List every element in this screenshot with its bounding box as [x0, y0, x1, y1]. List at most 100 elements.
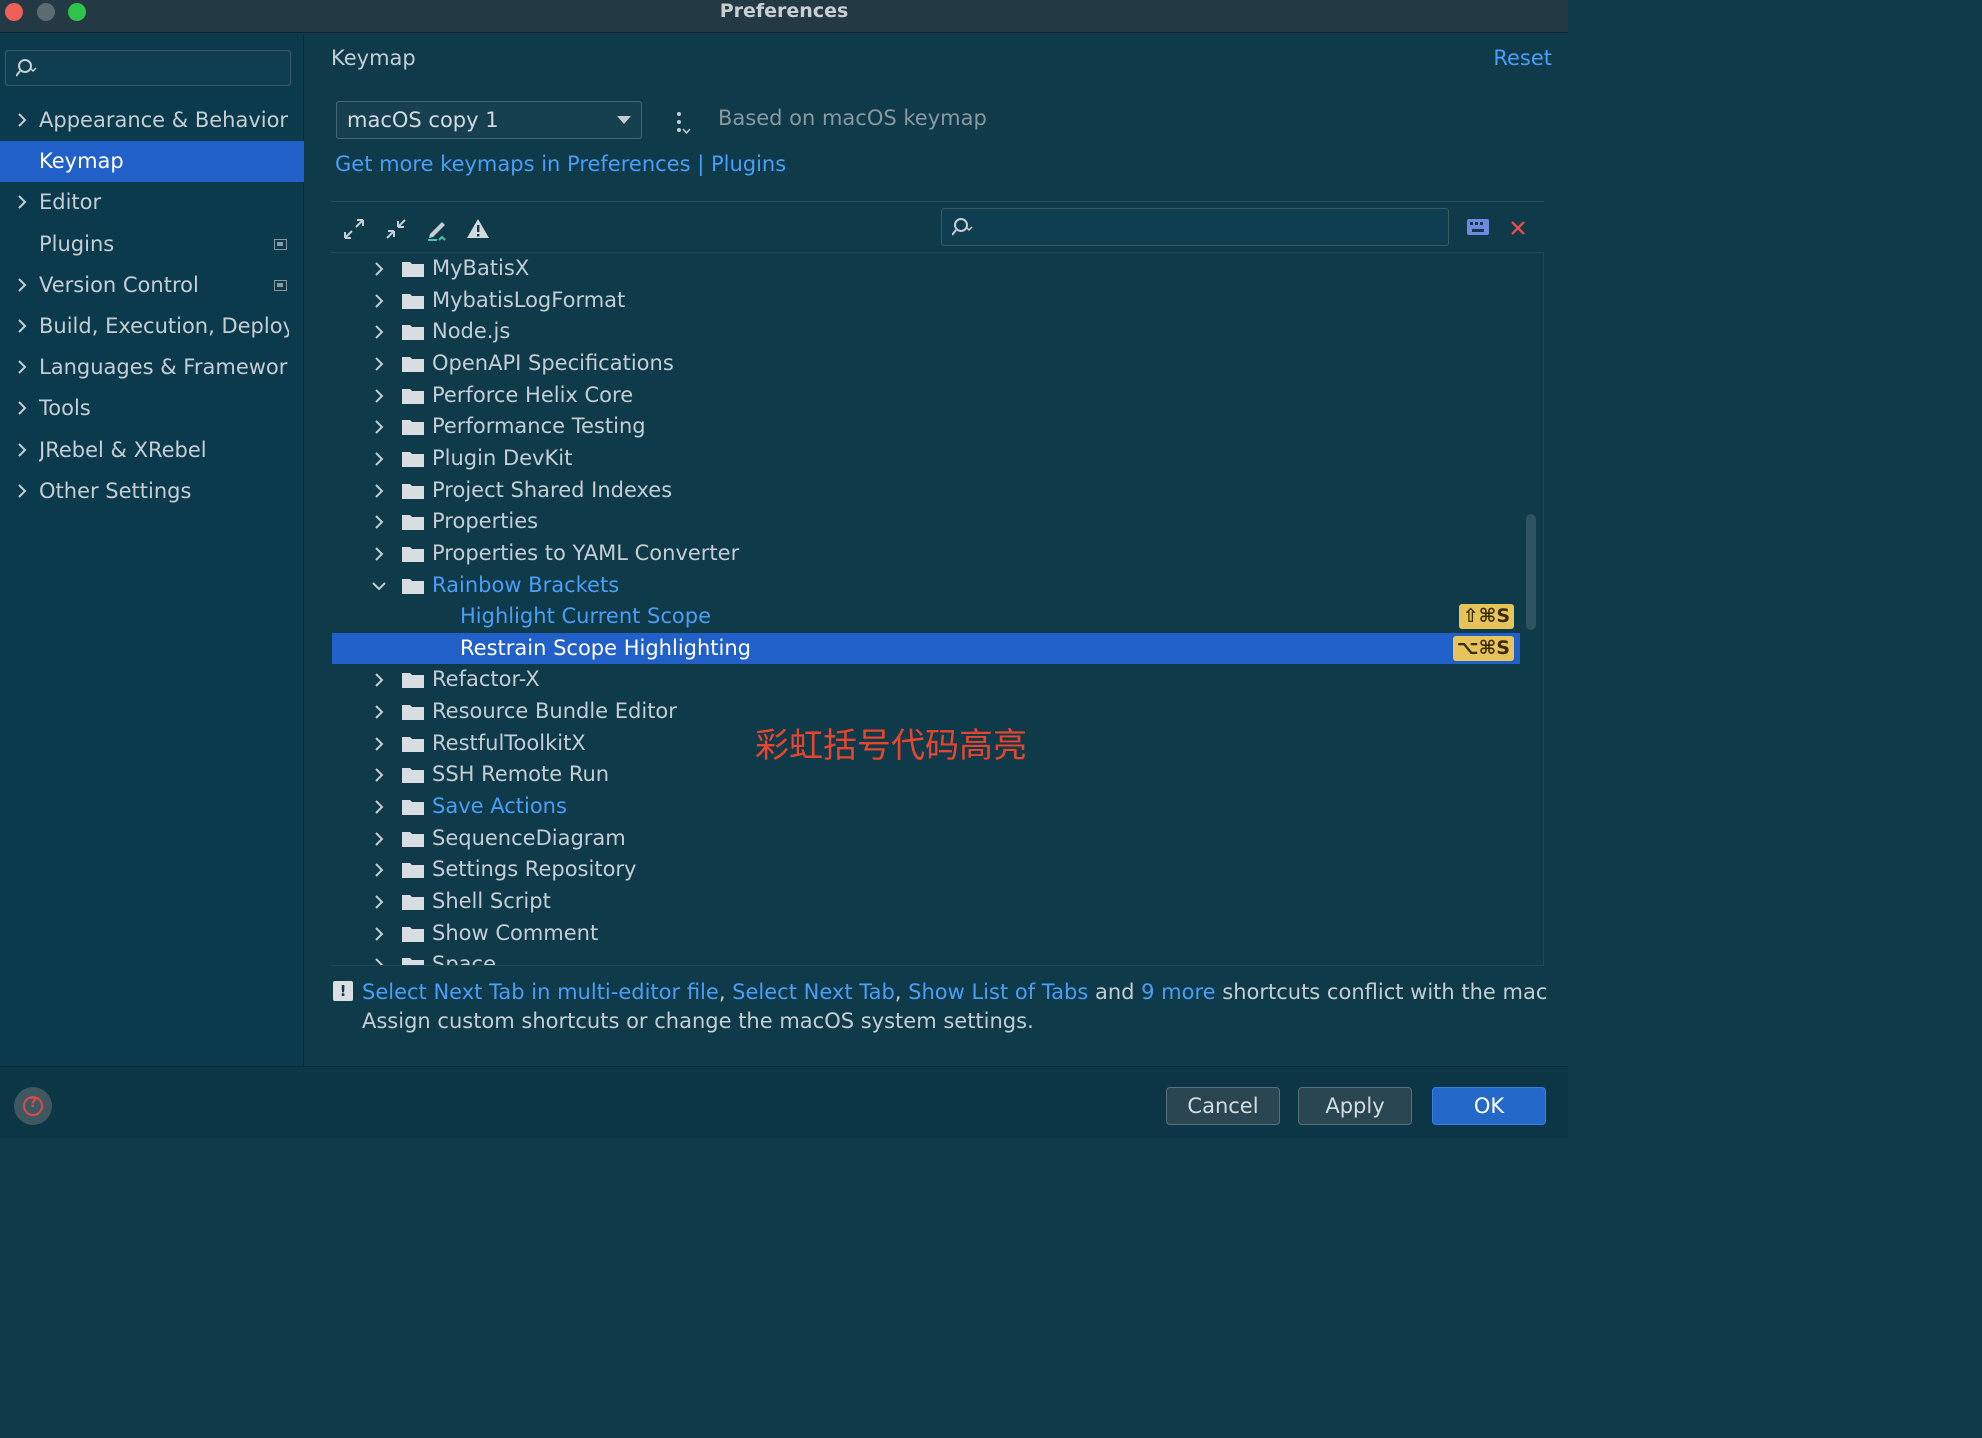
sidebar-item[interactable]: Editor	[0, 182, 304, 223]
tree-scrollbar[interactable]	[1526, 514, 1536, 630]
sidebar-item-label: Version Control	[39, 272, 199, 297]
sidebar-item[interactable]: Other Settings	[0, 471, 304, 512]
action-group-row[interactable]: Show Comment	[332, 918, 1520, 949]
chevron-right-icon	[18, 401, 27, 416]
notice-tail-text: shortcuts conflict with the macOS system…	[1222, 980, 1548, 1004]
get-more-keymaps-link[interactable]: Get more keymaps in Preferences | Plugin…	[335, 152, 786, 176]
keymap-select[interactable]: macOS copy 1	[336, 101, 642, 139]
folder-icon	[402, 356, 424, 372]
chevron-right-icon	[18, 319, 27, 333]
chevron-right-icon	[375, 420, 384, 434]
sidebar-item[interactable]: Languages & Frameworks	[0, 347, 304, 388]
sidebar-item-label: Tools	[39, 396, 91, 421]
sidebar-item[interactable]: Appearance & Behavior	[0, 100, 304, 141]
keymap-select-value: macOS copy 1	[347, 108, 499, 132]
help-icon[interactable]: ?	[14, 1087, 52, 1125]
sidebar-item[interactable]: Version Control	[0, 265, 304, 306]
action-group-row[interactable]: OpenAPI Specifications	[332, 348, 1520, 379]
warning-icon: !	[333, 981, 353, 1001]
folder-icon	[402, 546, 424, 562]
chevron-right-icon	[375, 958, 384, 965]
sidebar-item[interactable]: JRebel & XRebel	[0, 430, 304, 471]
warning-filter-icon[interactable]	[465, 216, 491, 242]
chevron-right-icon	[18, 442, 27, 457]
folder-icon	[402, 483, 424, 499]
chevron-right-icon	[375, 863, 384, 878]
title-bar: Preferences	[0, 0, 1568, 33]
chevron-right-icon	[375, 547, 384, 561]
row-label: Performance Testing	[432, 414, 646, 439]
chevron-down-icon	[372, 581, 386, 590]
conflict-link-2[interactable]: Select Next Tab	[732, 980, 895, 1004]
action-group-row[interactable]: Plugin DevKit	[332, 443, 1520, 474]
sidebar-item[interactable]: Tools	[0, 388, 304, 429]
row-label: Save Actions	[432, 794, 567, 819]
action-group-row[interactable]: Node.js	[332, 316, 1520, 347]
action-group-row[interactable]: Performance Testing	[332, 411, 1520, 442]
chevron-right-icon	[375, 737, 384, 751]
action-group-row[interactable]: Space	[332, 949, 1520, 965]
conflict-link-1[interactable]: Select Next Tab in multi-editor file	[362, 980, 719, 1004]
chevron-right-icon	[18, 113, 27, 127]
find-by-shortcut-icon[interactable]	[1467, 219, 1489, 235]
folder-icon	[402, 736, 424, 752]
folder-icon	[402, 515, 424, 531]
reset-link[interactable]: Reset	[1493, 46, 1552, 70]
more-options-icon[interactable]	[673, 110, 693, 136]
action-group-row[interactable]: Refactor-X	[332, 664, 1520, 695]
row-label: RestfulToolkitX	[432, 730, 586, 755]
row-label: SSH Remote Run	[432, 762, 610, 787]
action-group-row[interactable]: Shell Script	[332, 886, 1520, 917]
ok-button[interactable]: OK	[1432, 1087, 1546, 1125]
action-group-row[interactable]: Properties to YAML Converter	[332, 538, 1520, 569]
conflict-link-3[interactable]: Show List of Tabs	[908, 980, 1088, 1004]
sidebar-item[interactable]: Plugins	[0, 224, 304, 265]
folder-icon	[402, 800, 424, 816]
expand-all-icon[interactable]	[341, 216, 367, 242]
action-search-input[interactable]	[941, 208, 1449, 246]
folder-icon	[402, 388, 424, 404]
close-icon[interactable]	[1508, 218, 1528, 238]
chevron-right-icon	[375, 673, 384, 688]
action-group-row[interactable]: Save Actions	[332, 791, 1520, 822]
action-group-row[interactable]: Properties	[332, 506, 1520, 537]
notice-line-1: Select Next Tab in multi-editor file, Se…	[362, 978, 1548, 1007]
action-group-row[interactable]: Rainbow Brackets	[332, 570, 1520, 601]
action-group-row[interactable]: MybatisLogFormat	[332, 285, 1520, 316]
apply-button[interactable]: Apply	[1298, 1087, 1412, 1125]
row-label: Resource Bundle Editor	[432, 699, 677, 724]
action-row[interactable]: Highlight Current Scope ⇧⌘S	[332, 601, 1520, 632]
chevron-right-icon	[18, 278, 27, 292]
collapse-all-icon[interactable]	[383, 216, 409, 242]
based-on-label: Based on macOS keymap	[718, 106, 987, 130]
chevron-down-icon	[617, 116, 631, 124]
folder-icon	[402, 325, 424, 341]
sidebar-item-label: Editor	[39, 190, 102, 215]
sidebar-item[interactable]: Build, Execution, Deployment	[0, 306, 304, 347]
chevron-right-icon	[18, 484, 27, 498]
folder-icon	[402, 958, 424, 965]
chevron-right-icon	[18, 195, 27, 210]
action-group-row[interactable]: Perforce Helix Core	[332, 380, 1520, 411]
sidebar-item[interactable]: Keymap	[0, 141, 304, 183]
cancel-button[interactable]: Cancel	[1166, 1087, 1280, 1125]
row-label: OpenAPI Specifications	[432, 350, 674, 375]
notice-line-2: Assign custom shortcuts or change the ma…	[362, 1009, 1034, 1033]
window-title: Preferences	[719, 0, 849, 22]
breadcrumb: Keymap	[331, 46, 416, 70]
settings-search-input[interactable]	[5, 50, 291, 86]
sidebar-item-label: Plugins	[39, 231, 115, 256]
more-conflicts-link[interactable]: 9 more	[1141, 980, 1215, 1004]
action-group-row[interactable]: Project Shared Indexes	[332, 475, 1520, 506]
action-group-row[interactable]: MyBatisX	[332, 253, 1520, 284]
chevron-right-icon	[375, 483, 384, 498]
chevron-right-icon	[375, 515, 384, 529]
row-label: Highlight Current Scope	[460, 604, 712, 629]
folder-icon	[402, 293, 424, 309]
sidebar-item-label: Other Settings	[39, 478, 192, 503]
action-group-row[interactable]: Settings Repository	[332, 854, 1520, 885]
chevron-right-icon	[375, 452, 384, 466]
edit-shortcut-icon[interactable]	[425, 216, 451, 242]
action-group-row[interactable]: SequenceDiagram	[332, 823, 1520, 854]
action-row[interactable]: Restrain Scope Highlighting ⌥⌘S	[332, 632, 1520, 664]
